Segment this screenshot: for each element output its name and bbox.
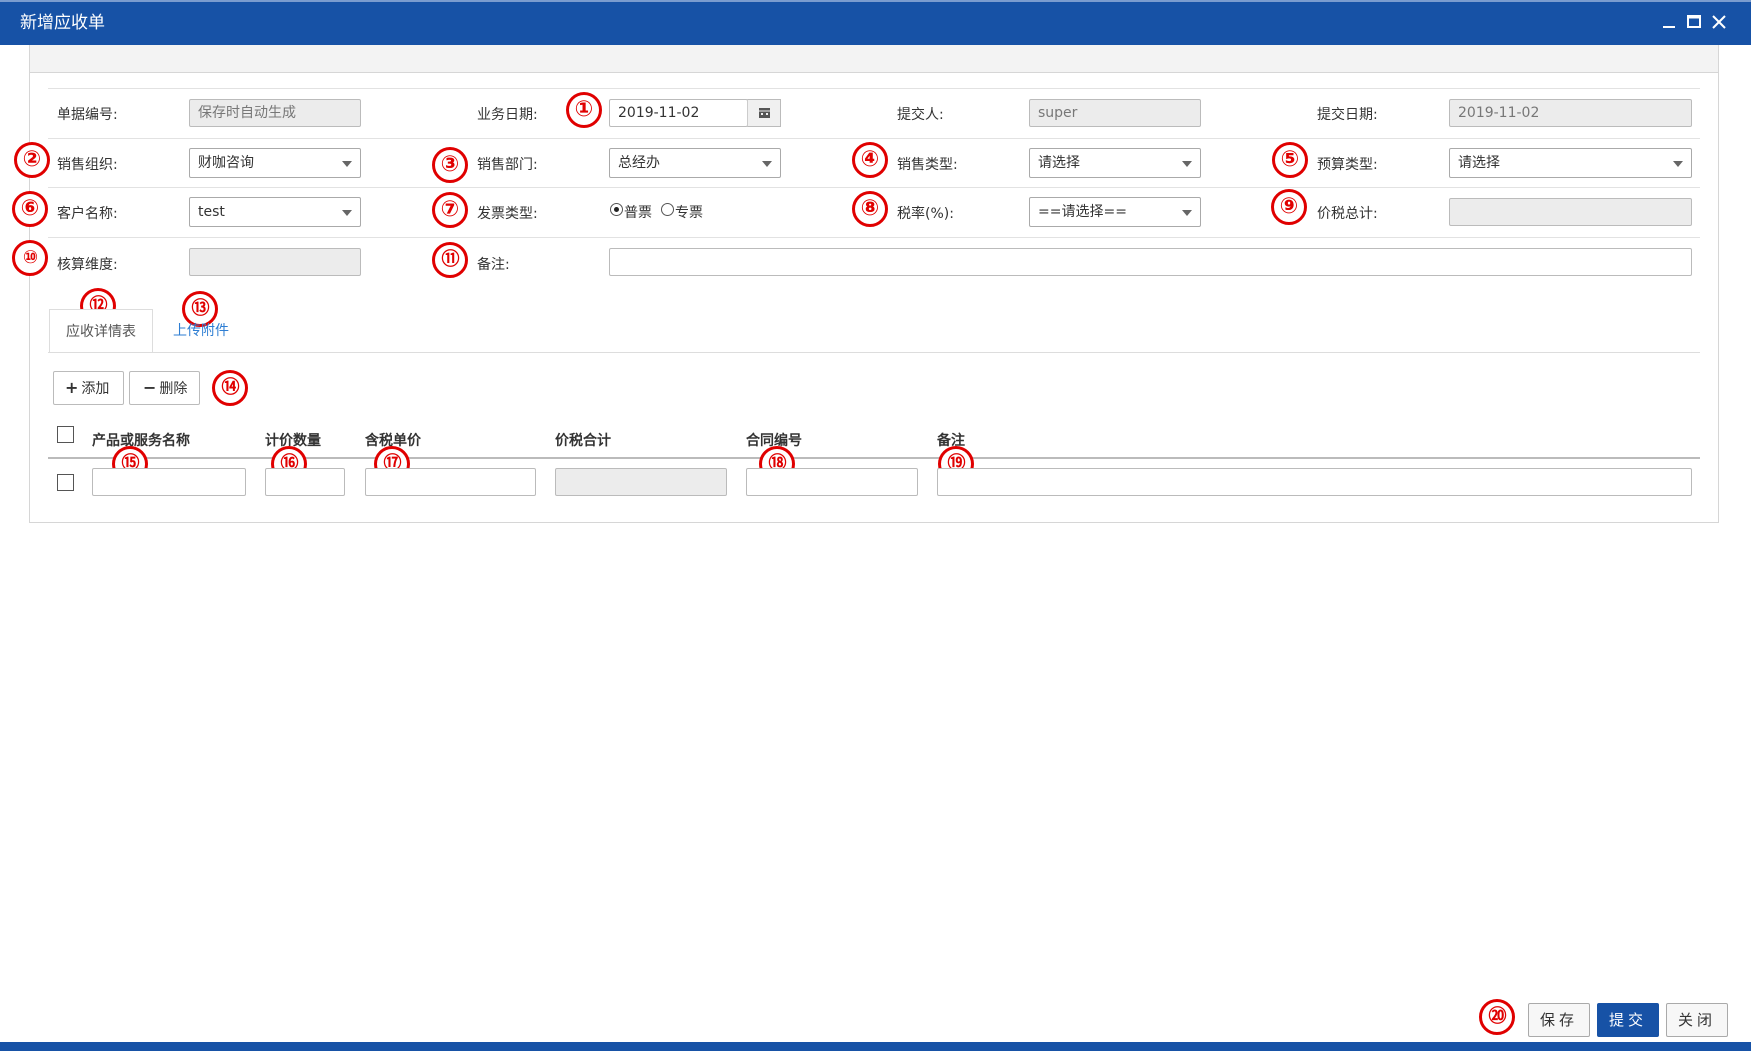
budget-type-value: 请选择 — [1458, 155, 1500, 171]
submitter-field: super — [1029, 99, 1201, 127]
accounting-dim-label: 核算维度: — [57, 257, 118, 273]
biz-date-label: 业务日期: — [477, 107, 538, 123]
chevron-down-icon — [1182, 161, 1192, 167]
annotation-9: ⑨ — [1271, 189, 1307, 225]
tax-rate-value: ==请选择== — [1038, 204, 1127, 220]
chevron-down-icon — [1673, 161, 1683, 167]
remark-input[interactable] — [609, 248, 1692, 276]
total-tax-cell — [555, 468, 727, 496]
title-bar: 新增应收单 — [0, 0, 1751, 45]
accounting-dim-field — [189, 248, 361, 276]
annotation-11: ⑪ — [432, 242, 468, 278]
window-title: 新增应收单 — [20, 13, 105, 33]
annotation-3: ③ — [432, 147, 468, 183]
customer-value: test — [198, 204, 225, 220]
invoice-type-radio-special[interactable] — [661, 203, 674, 216]
contract-no-input[interactable] — [746, 468, 918, 496]
sales-type-value: 请选择 — [1038, 155, 1080, 171]
customer-select[interactable]: test — [189, 197, 361, 227]
sales-dept-value: 总经办 — [618, 155, 660, 171]
tab-upload-attachment[interactable]: 上传附件 — [173, 309, 229, 353]
col-total-tax: 价税合计 — [555, 433, 611, 449]
row-remark-input[interactable] — [937, 468, 1692, 496]
chevron-down-icon — [342, 161, 352, 167]
minimize-icon[interactable] — [1658, 11, 1680, 33]
annotation-4: ④ — [852, 142, 888, 178]
plus-icon: + — [65, 378, 79, 397]
divider — [48, 237, 1700, 238]
invoice-type-label: 发票类型: — [477, 206, 538, 222]
submit-date-label: 提交日期: — [1317, 107, 1378, 123]
chevron-down-icon — [1182, 210, 1192, 216]
close-icon[interactable] — [1708, 11, 1730, 33]
submitter-label: 提交人: — [897, 107, 944, 123]
sales-type-label: 销售类型: — [897, 157, 958, 173]
sales-dept-label: 销售部门: — [477, 157, 538, 173]
add-button-label: 添加 — [81, 381, 110, 397]
close-button[interactable]: 关闭 — [1666, 1003, 1728, 1037]
divider — [48, 88, 1700, 89]
quantity-input[interactable] — [265, 468, 345, 496]
biz-date-input[interactable]: 2019-11-02 — [609, 99, 748, 127]
sales-org-select[interactable]: 财咖咨询 — [189, 148, 361, 178]
tab-receivable-details[interactable]: 应收详情表 — [49, 309, 153, 353]
bottom-bar — [0, 1042, 1751, 1051]
sales-org-value: 财咖咨询 — [198, 155, 254, 171]
maximize-icon[interactable] — [1683, 11, 1705, 33]
delete-button[interactable]: − 删除 — [129, 371, 200, 405]
product-name-input[interactable] — [92, 468, 246, 496]
sales-type-select[interactable]: 请选择 — [1029, 148, 1201, 178]
customer-label: 客户名称: — [57, 206, 118, 222]
annotation-8: ⑧ — [852, 191, 888, 227]
budget-type-label: 预算类型: — [1317, 157, 1378, 173]
select-all-checkbox[interactable] — [57, 426, 74, 443]
row-checkbox[interactable] — [57, 474, 74, 491]
invoice-type-radio-normal[interactable] — [610, 203, 623, 216]
add-button[interactable]: + 添加 — [53, 371, 124, 405]
submit-button[interactable]: 提交 — [1597, 1003, 1659, 1037]
sales-org-label: 销售组织: — [57, 157, 118, 173]
total-tax-label: 价税总计: — [1317, 206, 1378, 222]
sales-dept-select[interactable]: 总经办 — [609, 148, 781, 178]
annotation-1: ① — [566, 92, 602, 128]
divider — [48, 138, 1700, 139]
total-tax-field — [1449, 198, 1692, 226]
annotation-6: ⑥ — [12, 191, 48, 227]
divider — [48, 187, 1700, 188]
budget-type-select[interactable]: 请选择 — [1449, 148, 1692, 178]
remark-label: 备注: — [477, 257, 510, 273]
submit-date-field: 2019-11-02 — [1449, 99, 1692, 127]
invoice-type-option-special: 专票 — [675, 205, 703, 221]
annotation-2: ② — [14, 142, 50, 178]
chevron-down-icon — [762, 161, 772, 167]
invoice-type-option-normal: 普票 — [624, 205, 652, 221]
unit-price-input[interactable] — [365, 468, 536, 496]
delete-button-label: 删除 — [159, 381, 188, 397]
annotation-20: ⑳ — [1479, 999, 1515, 1035]
doc-no-field: 保存时自动生成 — [189, 99, 361, 127]
col-product-name: 产品或服务名称 — [92, 433, 190, 449]
save-button[interactable]: 保存 — [1528, 1003, 1590, 1037]
calendar-icon[interactable] — [747, 99, 781, 127]
tax-rate-label: 税率(%): — [897, 206, 954, 222]
annotation-5: ⑤ — [1272, 142, 1308, 178]
doc-no-label: 单据编号: — [57, 107, 118, 123]
annotation-10: ⑩ — [12, 240, 48, 276]
annotation-7: ⑦ — [432, 192, 468, 228]
chevron-down-icon — [342, 210, 352, 216]
tax-rate-select[interactable]: ==请选择== — [1029, 197, 1201, 227]
annotation-14: ⑭ — [212, 370, 248, 406]
tab-divider — [48, 352, 1700, 353]
minus-icon: − — [143, 378, 157, 397]
